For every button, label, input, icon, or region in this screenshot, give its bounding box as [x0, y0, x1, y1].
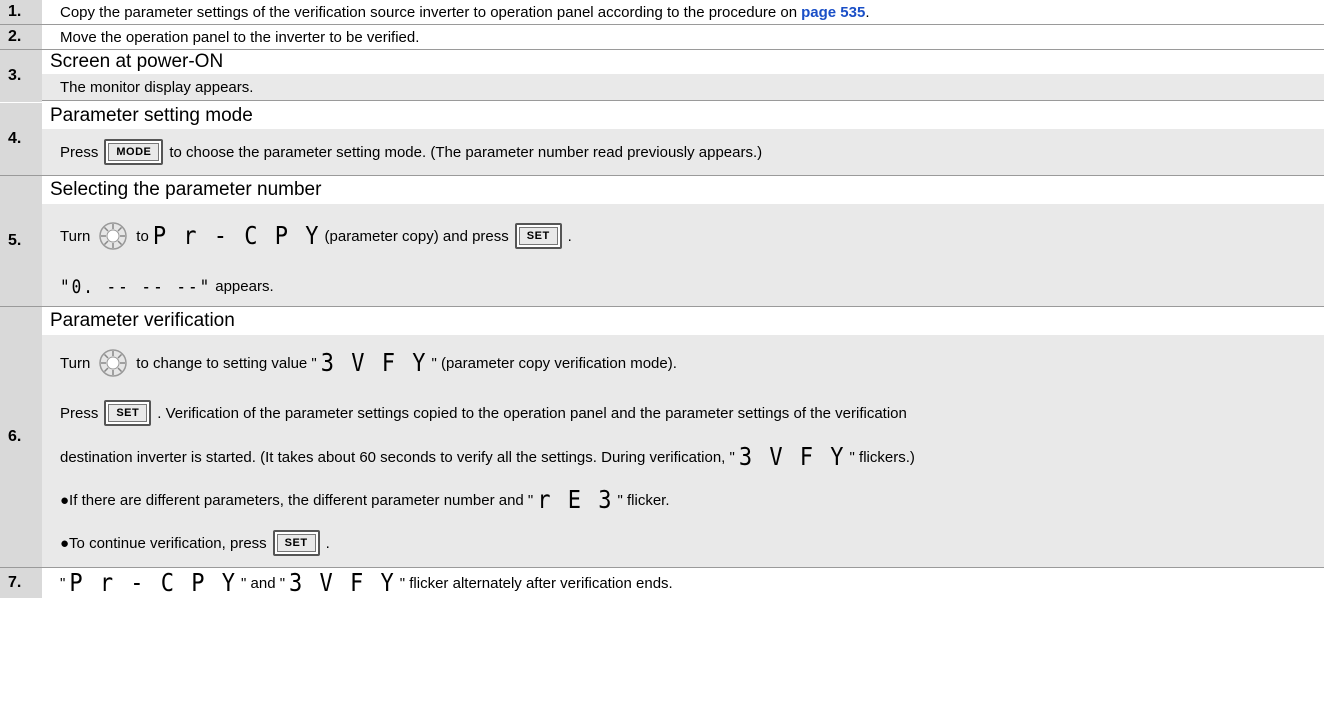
step-text: to change to setting value " — [136, 354, 317, 372]
step-row-1: 1. Copy the parameter settings of the ve… — [0, 0, 1324, 25]
step-number: 5. — [0, 176, 42, 306]
step-line: ●If there are different parameters, the … — [60, 479, 1324, 521]
step-text-a: Press — [60, 143, 99, 161]
step-text-b: . — [865, 3, 870, 21]
step-row-5: 5. Selecting the parameter number Turn t… — [0, 176, 1324, 307]
step-row-2: 2. Move the operation panel to the inver… — [0, 25, 1324, 50]
step-text: Move the operation panel to the inverter… — [60, 28, 420, 46]
step-text-b: to choose the parameter setting mode. (T… — [169, 143, 763, 161]
step-text: Press — [60, 404, 99, 422]
step-number: 4. — [0, 103, 42, 175]
segment-display-text: r E 3 — [537, 485, 614, 515]
step-body: Selecting the parameter number Turn to P… — [42, 176, 1324, 306]
step-body: Screen at power-ON The monitor display a… — [42, 50, 1324, 102]
step-text: " flickers.) — [849, 448, 915, 466]
mode-key-icon: MODE — [104, 139, 164, 165]
step-line: "0. -- -- --" appears. — [60, 268, 1324, 304]
segment-display-text: "0. -- -- --" — [60, 275, 212, 297]
step-number: 7. — [0, 568, 42, 598]
step-row-4: 4. Parameter setting mode Press MODE to … — [0, 103, 1324, 176]
set-key-icon: SET — [514, 223, 562, 249]
setting-dial-icon — [99, 222, 128, 250]
step-row-3: 3. Screen at power-ON The monitor displa… — [0, 50, 1324, 103]
step-text: Turn — [60, 227, 91, 245]
step-text: to — [136, 227, 149, 245]
step-text: ●If there are different parameters, the … — [60, 491, 534, 509]
step-title: Screen at power-ON — [50, 51, 224, 72]
step-text: . — [325, 534, 330, 552]
step-number: 2. — [0, 25, 42, 49]
setting-dial-icon — [99, 349, 128, 377]
step-text: " (parameter copy verification mode). — [431, 354, 677, 372]
set-key-icon: SET — [272, 530, 320, 556]
step-line: destination inverter is started. (It tak… — [60, 435, 1324, 479]
step-line: " P r - C P Y " and " 3 V F Y " flicker … — [42, 568, 1324, 598]
page-link[interactable]: page 535 — [801, 4, 865, 21]
step-row-7: 7. " P r - C P Y " and " 3 V F Y " flick… — [0, 568, 1324, 599]
step-text: " and " — [241, 574, 286, 592]
step-line: Turn to change to setting value " 3 V F … — [60, 335, 1324, 391]
step-shade: Turn to P r - C P Y (parameter copy) and… — [42, 204, 1324, 306]
step-text: The monitor display appears. — [42, 74, 1324, 101]
step-text: destination inverter is started. (It tak… — [60, 448, 735, 466]
step-text: Copy the parameter settings of the verif… — [42, 0, 1324, 24]
step-title: Parameter setting mode — [50, 105, 253, 126]
step-line: ●To continue verification, press SET . — [60, 521, 1324, 565]
segment-display-text: 3 V F Y — [320, 348, 428, 378]
segment-display-text: 3 V F Y — [738, 442, 846, 472]
step-text-a: Copy the parameter settings of the verif… — [60, 3, 798, 21]
step-text: ●To continue verification, press — [60, 534, 267, 552]
step-text: appears. — [215, 277, 274, 295]
step-text: . — [567, 227, 572, 245]
step-title: Parameter verification — [50, 310, 235, 331]
step-number: 3. — [0, 50, 42, 102]
step-text: " — [60, 574, 66, 592]
step-text: (parameter copy) and press — [324, 227, 509, 245]
step-body: Parameter setting mode Press MODE to cho… — [42, 103, 1324, 175]
step-line: Press SET . Verification of the paramete… — [60, 391, 1324, 435]
step-text: " flicker. — [617, 491, 670, 509]
segment-display-text: P r - C P Y — [69, 568, 238, 598]
step-text: " flicker alternately after verification… — [399, 574, 673, 592]
segment-display-text: 3 V F Y — [289, 568, 396, 598]
step-number: 1. — [0, 0, 42, 24]
step-row-6: 6. Parameter verification Turn to change… — [0, 307, 1324, 568]
step-text: . Verification of the parameter settings… — [157, 404, 907, 422]
step-number: 6. — [0, 307, 42, 567]
step-body: Parameter verification Turn to change to… — [42, 307, 1324, 567]
step-shade: Turn to change to setting value " 3 V F … — [42, 335, 1324, 567]
step-line: Turn to P r - C P Y (parameter copy) and… — [60, 204, 1324, 268]
set-key-icon: SET — [104, 400, 152, 426]
segment-display-text: P r - C P Y — [152, 221, 321, 251]
step-title: Selecting the parameter number — [50, 179, 322, 200]
step-text: Turn — [60, 354, 91, 372]
step-line: Press MODE to choose the parameter setti… — [42, 129, 1324, 175]
